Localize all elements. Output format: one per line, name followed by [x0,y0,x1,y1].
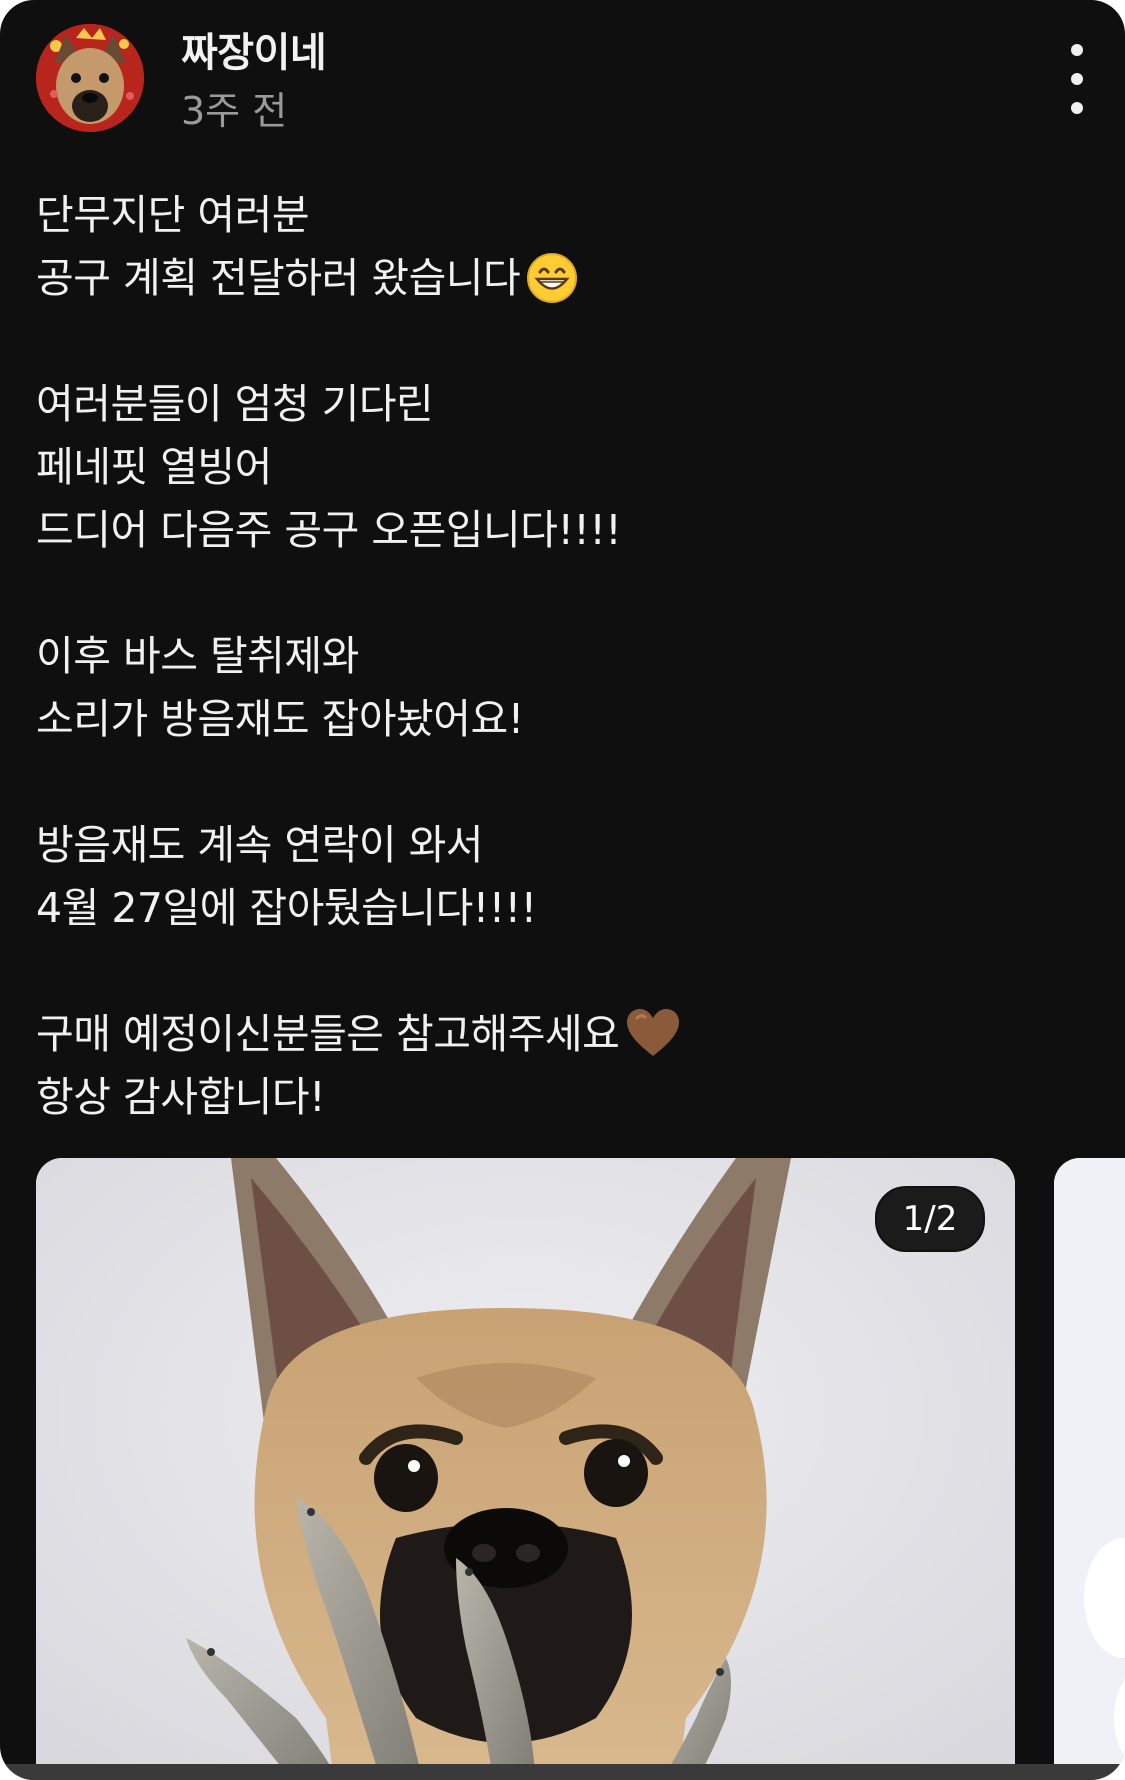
post-paragraph: 단무지단 여러분 공구 계획 전달하러 왔습니다 [36,184,1086,310]
post-line: 여러분들이 엄청 기다린 [36,380,434,428]
post-line: 4월 27일에 잡아뒀습니다!!!! [36,884,537,932]
post-paragraph: 여러분들이 엄청 기다린 페네핏 열빙어 드디어 다음주 공구 오픈입니다!!!… [36,373,1086,562]
post-line: 방음재도 계속 연락이 와서 [36,821,484,869]
next-image-preview [1054,1158,1125,1780]
brown-heart-emoji [627,1009,680,1056]
post-body: 단무지단 여러분 공구 계획 전달하러 왔습니다 여러분들이 엄청 기다린 페네… [36,184,1086,1129]
dog-avatar-icon [36,24,144,132]
bottom-scroll-indicator [0,1764,1125,1780]
carousel-next-image-peek[interactable] [1054,1158,1125,1780]
post-line: 이후 바스 탈취제와 [36,632,359,680]
post-line: 드디어 다음주 공구 오픈입니다!!!! [36,506,622,554]
author-name[interactable]: 짜장이네 [181,20,327,78]
post-line: 단무지단 여러분 [36,191,310,239]
dog-with-dried-fish-photo [36,1158,1015,1780]
grinning-face-emoji [527,253,578,303]
author-avatar[interactable] [36,24,144,132]
post-line: 항상 감사합니다! [36,1073,326,1121]
post-line: 공구 계획 전달하러 왔습니다 [36,247,1086,310]
post-paragraph: 구매 예정이신분들은 참고해주세요 항상 감사합니다! [36,1003,1086,1129]
post-line: 구매 예정이신분들은 참고해주세요 [36,1003,1086,1066]
post-paragraph: 방음재도 계속 연락이 와서 4월 27일에 잡아뒀습니다!!!! [36,814,1086,940]
more-vertical-icon[interactable] [1052,44,1102,114]
post-image-carousel[interactable]: 1/2 [36,1158,1015,1780]
carousel-counter-badge: 1/2 [875,1186,985,1252]
post-card: 짜장이네 3주 전 단무지단 여러분 공구 계획 전달하러 왔습니다 여러분들이… [0,0,1125,1780]
post-line: 페네핏 열빙어 [36,443,272,491]
post-line: 소리가 방음재도 잡아놨어요! [36,695,524,743]
post-paragraph: 이후 바스 탈취제와 소리가 방음재도 잡아놨어요! [36,625,1086,751]
post-timestamp: 3주 전 [181,89,288,133]
